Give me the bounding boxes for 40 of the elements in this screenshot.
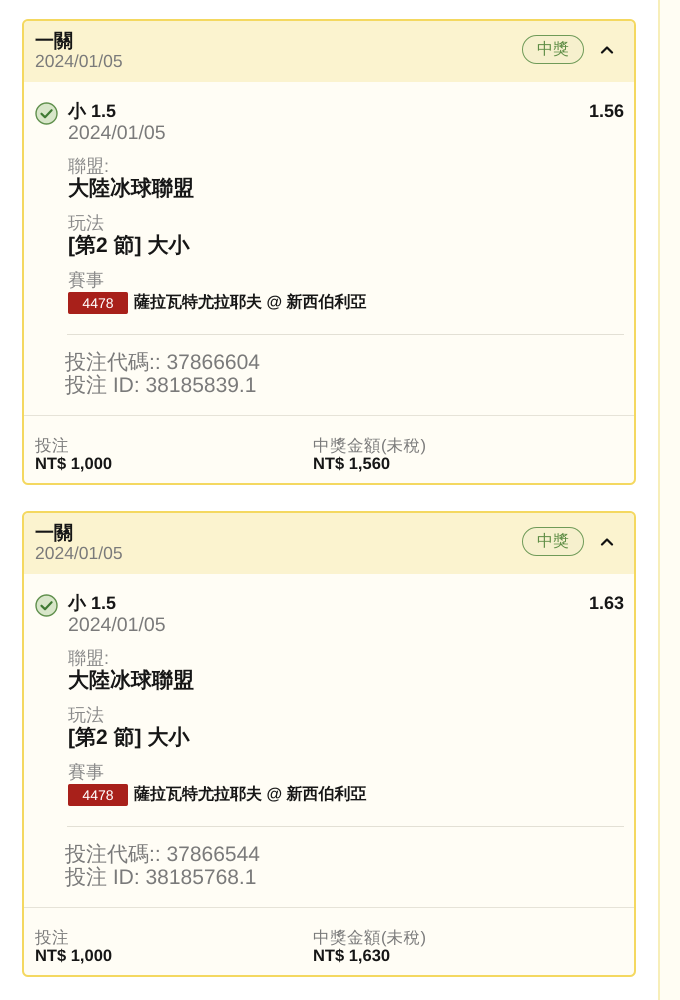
amount-value: NT$ 1,000 [35, 947, 114, 965]
event-number: 4478 [68, 292, 128, 314]
bet-date: 2024/01/05 [35, 52, 124, 70]
bet-code: 投注 ID: 38185839.1 [65, 374, 258, 397]
detail-label: 聯盟: [68, 155, 110, 177]
detail-value: 大陸冰球聯盟 [68, 177, 195, 201]
detail-label: 玩法 [68, 212, 105, 234]
detail-label: 玩法 [68, 704, 105, 726]
detail-label: 賽事 [68, 761, 105, 783]
detail-value: [第2 節] 大小 [68, 726, 191, 750]
amount-value: NT$ 1,630 [313, 947, 392, 965]
amount-value: NT$ 1,560 [313, 455, 392, 473]
detail-value: [第2 節] 大小 [68, 234, 191, 258]
bet-code: 投注 ID: 38185768.1 [65, 866, 258, 889]
bet-title: 一關 [35, 524, 74, 544]
status-badge: 中獎 [522, 34, 584, 64]
amount-label: 中獎金額(未稅) [313, 929, 427, 947]
amount-label: 中獎金額(未稅) [313, 437, 427, 455]
leg-date: 2024/01/05 [68, 122, 167, 144]
amount-label: 投注 [35, 929, 70, 947]
event-number: 4478 [68, 784, 128, 806]
detail-label: 賽事 [68, 269, 105, 291]
bet-code: 投注代碼:: 37866544 [65, 843, 261, 866]
status-badge: 中獎 [522, 526, 584, 556]
bet-code: 投注代碼:: 37866604 [65, 351, 261, 374]
odds-value: 1.56 [588, 100, 624, 122]
detail-value: 大陸冰球聯盟 [68, 669, 195, 693]
selection-name: 小 1.5 [68, 100, 116, 122]
selection-name: 小 1.5 [68, 592, 116, 614]
amount-label: 投注 [35, 437, 70, 455]
chevron-up-icon[interactable] [600, 536, 614, 546]
odds-value: 1.63 [588, 592, 624, 614]
event-name: 薩拉瓦特尤拉耶夫 @ 新西伯利亞 [134, 785, 366, 805]
leg-date: 2024/01/05 [68, 614, 167, 636]
bet-title: 一關 [35, 32, 74, 52]
event-name: 薩拉瓦特尤拉耶夫 @ 新西伯利亞 [134, 293, 366, 313]
chevron-up-icon[interactable] [600, 44, 614, 54]
bet-date: 2024/01/05 [35, 544, 124, 562]
amount-value: NT$ 1,000 [35, 455, 114, 473]
detail-label: 聯盟: [68, 647, 110, 669]
